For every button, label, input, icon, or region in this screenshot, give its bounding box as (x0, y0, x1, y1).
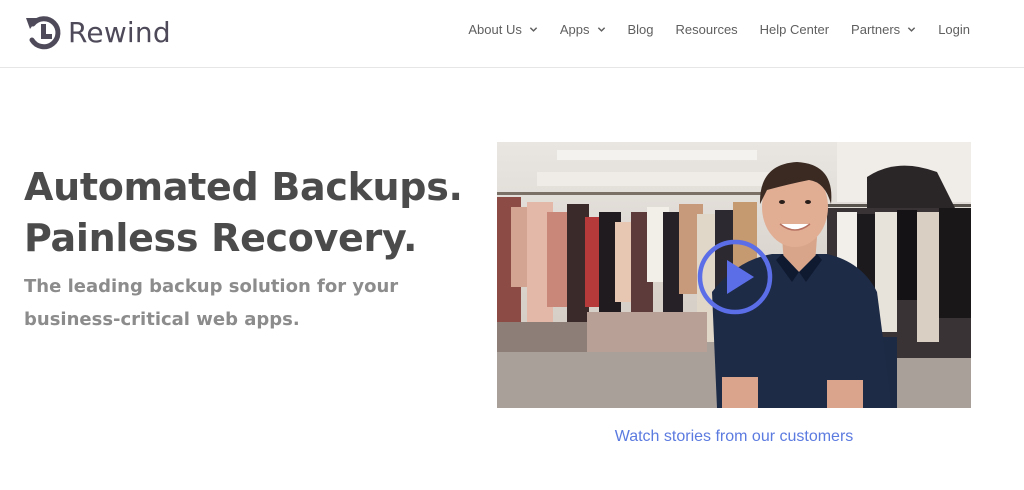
nav-label: Resources (675, 22, 738, 37)
chevron-down-icon (597, 27, 605, 32)
nav-resources[interactable]: Resources (676, 22, 738, 37)
chevron-down-icon (908, 27, 916, 32)
nav-blog[interactable]: Blog (628, 22, 654, 37)
nav-label: Blog (627, 22, 654, 37)
rewind-clock-icon (26, 16, 61, 50)
play-icon[interactable] (696, 238, 774, 316)
hero-subheadline: The leading backup solution for your bus… (24, 270, 398, 336)
nav-apps[interactable]: Apps (560, 22, 606, 37)
main-nav: About Us Apps Blog Resources Help Center… (468, 22, 970, 37)
site-header: Rewind About Us Apps Blog Resources Help… (0, 0, 1024, 68)
nav-label: Login (938, 22, 970, 37)
nav-label: About Us (468, 22, 522, 37)
nav-about-us[interactable]: About Us (468, 22, 538, 37)
nav-help-center[interactable]: Help Center (760, 22, 829, 37)
nav-partners[interactable]: Partners (851, 22, 916, 37)
watch-stories-link[interactable]: Watch stories from our customers (497, 428, 971, 446)
subheadline-line-2: business-critical web apps. (24, 309, 300, 330)
nav-label: Apps (559, 22, 590, 37)
subheadline-line-1: The leading backup solution for your (24, 276, 399, 297)
logo[interactable]: Rewind (24, 12, 171, 52)
nav-label: Partners (851, 22, 901, 37)
nav-label: Help Center (759, 22, 830, 37)
customer-video[interactable] (497, 142, 971, 408)
nav-login[interactable]: Login (938, 22, 970, 37)
chevron-down-icon (529, 27, 538, 32)
hero-headline: Automated Backups. Painless Recovery. (24, 162, 463, 264)
logo-text: Rewind (68, 15, 171, 49)
headline-line-1: Automated Backups. (24, 165, 463, 209)
headline-line-2: Painless Recovery. (24, 216, 418, 260)
